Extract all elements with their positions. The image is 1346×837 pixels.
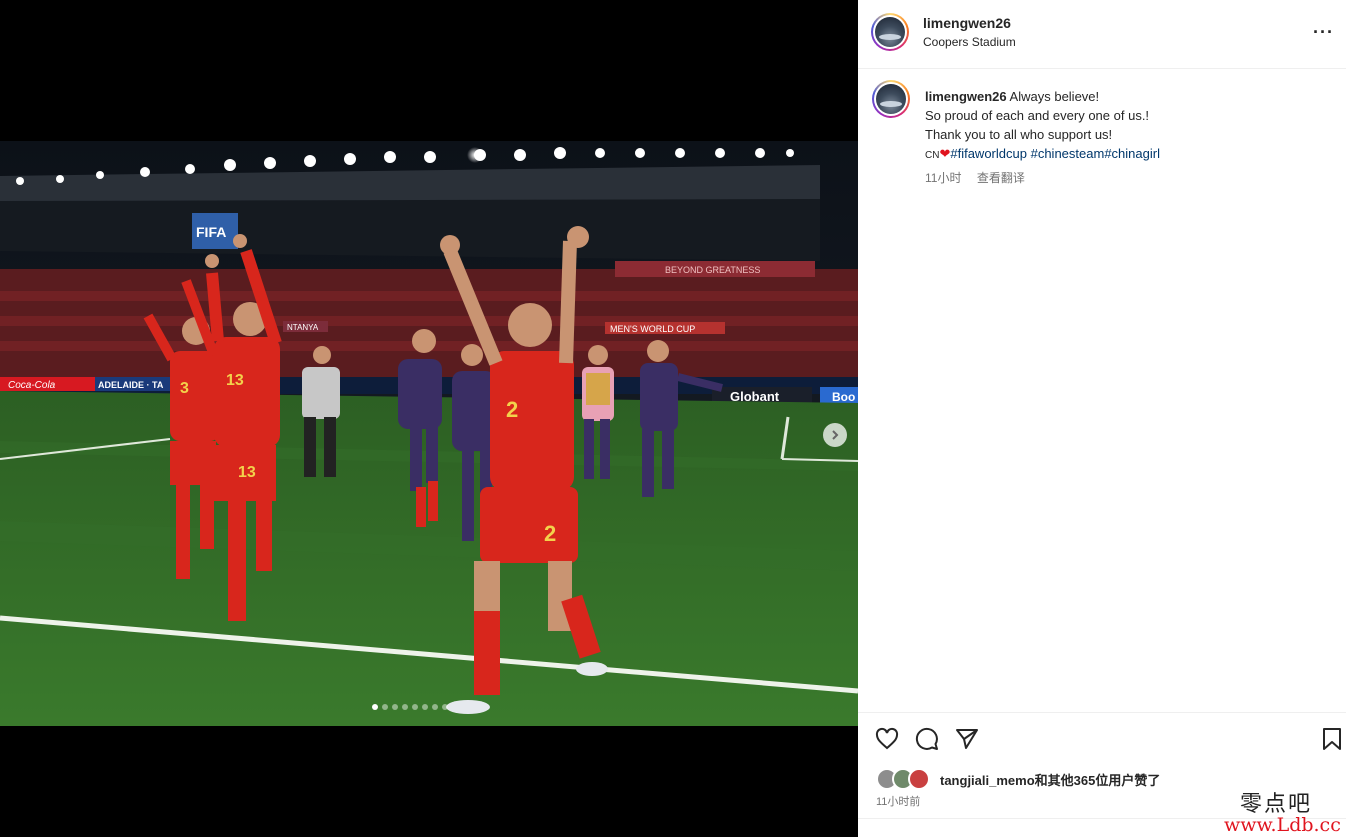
coca-cola-board: Coca-Cola xyxy=(8,380,56,391)
ntanya-banner: NTANYA xyxy=(287,323,319,332)
carousel-dot[interactable] xyxy=(382,704,388,710)
caption-line: Always believe! xyxy=(1009,89,1100,104)
wwc-banner: MEN'S WORLD CUP xyxy=(610,324,695,334)
carousel-indicator xyxy=(372,704,448,710)
post-photo[interactable]: FIFA BEYOND GREATNESS MEN'S WORLD CUP NT… xyxy=(0,141,858,726)
carousel-dot[interactable] xyxy=(442,704,448,710)
carousel-dot[interactable] xyxy=(412,704,418,710)
post-detail-panel: limengwen26 Coopers Stadium ··· limengwe… xyxy=(858,0,1346,837)
svg-text:2: 2 xyxy=(544,521,556,546)
svg-text:2: 2 xyxy=(506,397,518,422)
carousel-dot[interactable] xyxy=(422,704,428,710)
comment-icon[interactable] xyxy=(915,727,939,751)
chevron-right-icon xyxy=(832,430,839,440)
more-options-icon[interactable]: ··· xyxy=(1313,22,1334,43)
beyond-banner: BEYOND GREATNESS xyxy=(665,265,760,275)
liker-avatar xyxy=(908,768,930,790)
bookmark-icon[interactable] xyxy=(1321,727,1343,751)
share-paper-plane-icon[interactable] xyxy=(955,727,979,751)
see-translation-link[interactable]: 查看翻译 xyxy=(977,171,1025,185)
caption-line: So proud of each and every one of us.! xyxy=(925,108,1150,123)
caption-username[interactable]: limengwen26 xyxy=(925,89,1007,104)
avatar[interactable] xyxy=(871,13,909,51)
post-location[interactable]: Coopers Stadium xyxy=(923,35,1016,49)
action-bar xyxy=(858,712,1346,765)
next-slide-button[interactable] xyxy=(823,423,847,447)
fifa-banner: FIFA xyxy=(196,224,226,240)
post-timestamp: 11小时前 xyxy=(876,796,921,808)
flag-text: CN xyxy=(925,150,940,161)
boo-board: Boo xyxy=(832,390,855,404)
hashtag-link[interactable]: #chinesteam xyxy=(1031,146,1105,161)
heart-emoji: ❤ xyxy=(939,146,951,161)
caption-avatar[interactable] xyxy=(872,80,910,118)
like-heart-icon[interactable] xyxy=(875,727,899,751)
carousel-dot[interactable] xyxy=(372,704,378,710)
carousel-dot[interactable] xyxy=(402,704,408,710)
adelaide-board: ADELAIDE · TA xyxy=(98,380,164,390)
carousel-dot[interactable] xyxy=(432,704,438,710)
svg-text:13: 13 xyxy=(226,372,244,389)
post-header: limengwen26 Coopers Stadium ··· xyxy=(858,0,1346,69)
caption-time: 11小时 xyxy=(925,171,962,185)
watermark-url: www.Ldb.cc xyxy=(1224,814,1341,836)
hashtag-link[interactable]: #chinagirl xyxy=(1104,146,1160,161)
hashtag-link[interactable]: #fifaworldcup xyxy=(950,146,1027,161)
caption-line: Thank you to all who support us! xyxy=(925,127,1113,142)
svg-text:13: 13 xyxy=(238,464,256,481)
post-username[interactable]: limengwen26 xyxy=(923,15,1016,31)
post-media: FIFA BEYOND GREATNESS MEN'S WORLD CUP NT… xyxy=(0,0,858,837)
carousel-dot[interactable] xyxy=(392,704,398,710)
likes-text[interactable]: tangjiali_memo和其他365位用户赞了 xyxy=(940,770,1160,789)
svg-text:3: 3 xyxy=(180,380,189,397)
likes-summary[interactable]: tangjiali_memo和其他365位用户赞了 xyxy=(876,768,1160,790)
